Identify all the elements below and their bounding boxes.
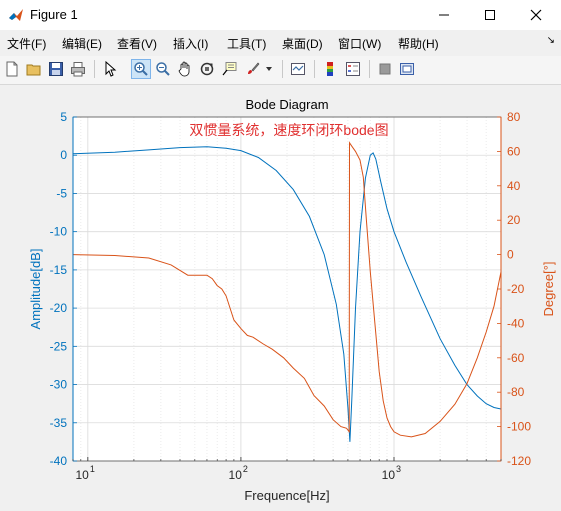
rotate-3d-icon — [200, 62, 214, 76]
y-right-tick-label: 20 — [507, 213, 521, 227]
menu-help[interactable]: 帮助(H) — [398, 35, 439, 52]
window-title: Figure 1 — [30, 7, 78, 22]
y-right-tick-label: -60 — [507, 351, 525, 365]
y-right-tick-label: -20 — [507, 282, 525, 296]
x-tick-exponent: 3 — [396, 464, 401, 474]
y-right-tick-label: -80 — [507, 385, 525, 399]
menu-bar: 文件(F) 编辑(E) 查看(V) 插入(I) 工具(T) 桌面(D) 窗口(W… — [0, 32, 561, 54]
menu-tools[interactable]: 工具(T) — [227, 35, 266, 52]
x-tick-label: 10 — [382, 468, 396, 482]
print-button[interactable] — [68, 59, 88, 79]
chart-annotation: 双惯量系统，速度环闭环bode图 — [189, 122, 388, 138]
minimize-button[interactable] — [421, 0, 467, 30]
pointer-arrow-icon — [105, 61, 117, 77]
new-figure-button[interactable] — [2, 59, 22, 79]
figure-canvas: 5 0 -5 -10 -15 -20 -25 -30 -35 -40 80 60 40 20 0 -20 -40… — [0, 86, 561, 506]
show-plot-tools-icon — [400, 63, 414, 75]
link-plot-icon — [291, 63, 305, 75]
brush-dropdown-button[interactable] — [263, 59, 275, 79]
y-right-tick-label: 60 — [507, 144, 521, 158]
maximize-icon — [485, 10, 495, 20]
zoom-in-icon — [134, 62, 148, 76]
menu-desktop[interactable]: 桌面(D) — [282, 35, 323, 52]
folder-open-icon — [26, 64, 41, 76]
new-file-icon — [6, 61, 18, 77]
x-tick-label: 10 — [75, 468, 89, 482]
title-bar: Figure 1 — [0, 0, 561, 30]
rotate-3d-button[interactable] — [197, 59, 217, 79]
link-plot-button[interactable] — [288, 59, 308, 79]
y-left-tick-label: -5 — [56, 186, 67, 200]
y-left-tick-label: -35 — [50, 416, 68, 430]
zoom-out-icon — [156, 62, 170, 76]
show-plot-tools-button[interactable] — [397, 59, 417, 79]
zoom-out-button[interactable] — [153, 59, 173, 79]
y-left-tick-label: -30 — [50, 378, 68, 392]
menu-edit[interactable]: 编辑(E) — [62, 35, 102, 52]
toolbar — [0, 56, 561, 85]
minimize-icon — [439, 14, 449, 16]
close-icon — [530, 9, 542, 21]
y-right-tick-label: -40 — [507, 316, 525, 330]
toolbar-separator — [94, 60, 95, 78]
pan-button[interactable] — [175, 59, 195, 79]
brush-button[interactable] — [243, 59, 263, 79]
y-left-tick-label: -40 — [50, 454, 68, 468]
toolbar-separator — [282, 60, 283, 78]
figure-window: Figure 1 文件(F) 编辑(E) 查看(V) 插入(I) 工具(T) 桌… — [0, 0, 561, 506]
y-left-tick-label: -10 — [50, 225, 68, 239]
colorbar-button[interactable] — [320, 59, 340, 79]
y-left-tick-label: -20 — [50, 301, 68, 315]
dropdown-caret-icon — [266, 67, 272, 71]
toolbar-separator — [314, 60, 315, 78]
hide-plot-tools-icon — [379, 63, 391, 75]
y-right-tick-label: 80 — [507, 110, 521, 124]
print-icon — [71, 62, 85, 77]
y-left-tick-label: -25 — [50, 339, 68, 353]
y-right-tick-label: 40 — [507, 179, 521, 193]
menu-file[interactable]: 文件(F) — [7, 35, 46, 52]
matlab-logo-icon — [9, 9, 23, 21]
y-left-tick-label: -15 — [50, 263, 68, 277]
x-tick-label: 10 — [229, 468, 243, 482]
y-axis-right-label: Degree[°] — [541, 261, 556, 316]
brush-icon — [248, 62, 260, 74]
hide-plot-tools-button[interactable] — [375, 59, 395, 79]
x-axis-label: Frequence[Hz] — [244, 488, 329, 503]
maximize-button[interactable] — [467, 0, 513, 30]
menu-window[interactable]: 窗口(W) — [338, 35, 381, 52]
y-right-tick-label: -120 — [507, 454, 531, 468]
y-axis-left-label: Amplitude[dB] — [28, 249, 43, 330]
save-icon — [49, 62, 63, 76]
y-left-tick-label: 5 — [60, 110, 67, 124]
menu-overflow-icon[interactable]: ↘ — [547, 35, 555, 46]
legend-button[interactable] — [343, 59, 363, 79]
y-right-tick-label: -100 — [507, 420, 531, 434]
pan-hand-icon — [178, 61, 190, 77]
open-file-button[interactable] — [24, 59, 44, 79]
y-left-tick-label: 0 — [60, 148, 67, 162]
save-button[interactable] — [46, 59, 66, 79]
pointer-button[interactable] — [100, 59, 120, 79]
x-tick-exponent: 2 — [243, 464, 248, 474]
x-tick-exponent: 1 — [90, 464, 95, 474]
close-button[interactable] — [513, 0, 559, 30]
legend-icon — [346, 62, 360, 76]
menu-insert[interactable]: 插入(I) — [173, 35, 208, 52]
toolbar-separator — [369, 60, 370, 78]
zoom-in-button[interactable] — [131, 59, 151, 79]
menu-view[interactable]: 查看(V) — [117, 35, 157, 52]
data-cursor-button[interactable] — [219, 59, 239, 79]
y-right-tick-label: 0 — [507, 248, 514, 262]
data-cursor-icon — [222, 62, 237, 76]
chart-title: Bode Diagram — [245, 97, 328, 112]
colorbar-icon — [327, 62, 333, 76]
bode-chart[interactable]: 5 0 -5 -10 -15 -20 -25 -30 -35 -40 80 60 40 20 0 -20 -40… — [0, 86, 561, 506]
